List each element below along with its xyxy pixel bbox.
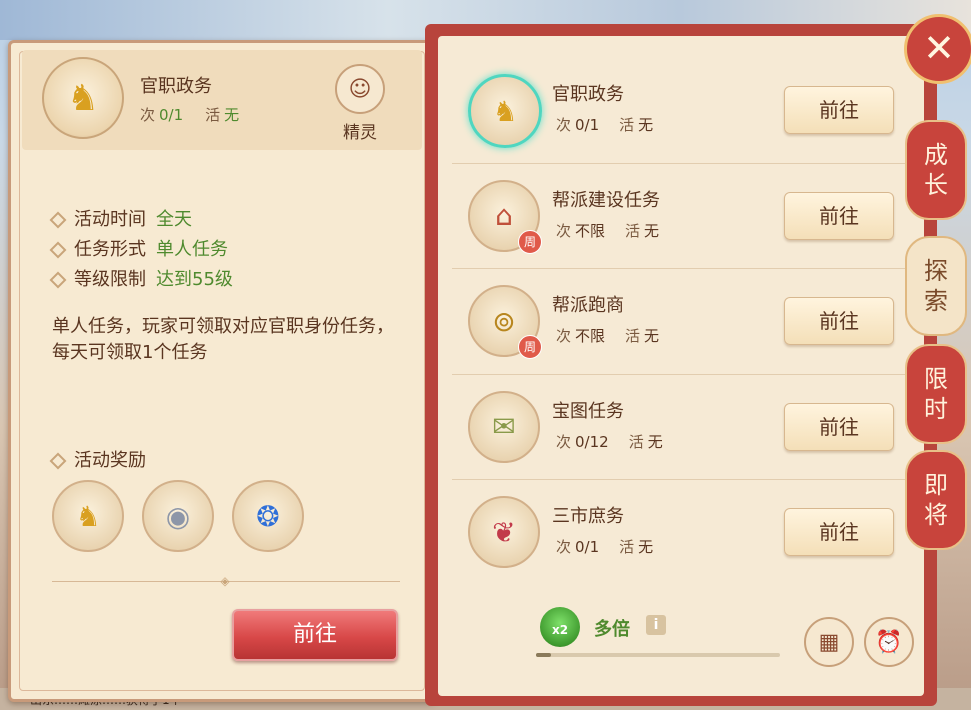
detail-meta: 次 0/1 活无 — [140, 104, 239, 125]
go-button[interactable]: 前往 — [784, 86, 894, 134]
info-value: 单人任务 — [156, 239, 228, 260]
spirit-button[interactable]: ☺ 精灵 — [332, 64, 388, 144]
info-row-form: 任务形式 单人任务 — [49, 235, 233, 265]
count-value: 不限 — [575, 221, 606, 240]
info-label: 任务形式 — [74, 239, 146, 260]
task-meta: 次 0/1 活无 — [556, 114, 653, 135]
pouch-icon: ❦ — [468, 496, 540, 568]
count-label: 次 — [556, 221, 572, 240]
task-row[interactable]: ⊚ 周 帮派跑商 次不限 活无 前往 — [452, 269, 922, 375]
info-icon[interactable]: i — [646, 615, 666, 635]
count-label: 次 — [556, 116, 572, 134]
detail-info: 活动时间 全天 任务形式 单人任务 等级限制 达到55级 — [49, 205, 233, 295]
multiplier-label: 多倍 — [594, 619, 630, 640]
multiplier-progress — [536, 653, 780, 657]
task-title: 宝图任务 — [552, 400, 624, 422]
alarm-clock-icon: ⏰ — [875, 629, 903, 655]
golden-beast-icon[interactable]: ♞ — [52, 480, 124, 552]
active-value: 无 — [224, 106, 240, 124]
weekly-badge: 周 — [518, 229, 542, 254]
info-value: 达到55级 — [156, 269, 233, 290]
task-title: 帮派跑商 — [552, 295, 624, 316]
golden-beast-icon: ♞ — [468, 74, 542, 148]
diamond-bullet-icon — [49, 241, 67, 259]
alarm-button[interactable]: ⏰ — [864, 617, 914, 667]
tab-upcoming[interactable]: 即将 — [905, 450, 967, 550]
detail-go-button[interactable]: 前往 — [232, 609, 398, 661]
detail-description: 单人任务，玩家可领取对应官职身份任务，每天可领取1个任务 — [52, 316, 394, 363]
active-value: 无 — [644, 221, 660, 240]
spirit-icon: ☺ — [335, 64, 385, 114]
close-button[interactable]: ✕ — [904, 14, 971, 84]
blue-token-icon[interactable]: ❂ — [232, 480, 304, 552]
go-button[interactable]: 前往 — [784, 297, 894, 345]
task-meta: 次不限 活无 — [556, 325, 659, 346]
double-exp-icon[interactable]: x2 — [540, 607, 580, 647]
info-label: 活动时间 — [74, 209, 146, 230]
info-value: 全天 — [156, 209, 192, 230]
count-label: 次 — [556, 432, 572, 451]
count-label: 次 — [556, 538, 572, 556]
info-row-level: 等级限制 达到55级 — [49, 265, 233, 295]
task-row[interactable]: ♞ 官职政务 次 0/1 活无 前往 — [452, 58, 922, 164]
count-value: 0/12 — [575, 432, 609, 451]
info-label: 等级限制 — [74, 269, 146, 290]
active-label: 活 — [205, 106, 221, 124]
active-label: 活 — [628, 432, 644, 451]
count-value: 0/1 — [159, 106, 184, 124]
detail-title: 官职政务 — [140, 76, 212, 97]
coin-icon: ⊚ 周 — [468, 285, 542, 359]
map-scroll-icon: ✉ — [468, 390, 540, 463]
tab-limited[interactable]: 限时 — [905, 344, 967, 444]
progress-fill — [536, 653, 551, 657]
reward-list: ♞ ◉ ❂ — [52, 480, 322, 552]
task-row[interactable]: ❦ 三市庶务 次 0/1 活无 前往 — [452, 480, 922, 585]
task-title: 三市庶务 — [552, 506, 624, 527]
go-button[interactable]: 前往 — [784, 402, 894, 451]
divider-ornament-icon: ◈ — [220, 574, 230, 588]
active-label: 活 — [625, 221, 641, 240]
active-label: 活 — [619, 538, 635, 556]
weekly-badge: 周 — [518, 335, 542, 359]
count-label: 次 — [556, 327, 572, 345]
count-label: 次 — [140, 106, 156, 124]
calendar-icon: ▦ — [818, 629, 840, 655]
bottom-bar: x2 多倍 i ▦ ⏰ — [438, 587, 924, 696]
spirit-label: 精灵 — [343, 123, 377, 143]
silver-coin-icon[interactable]: ◉ — [142, 480, 214, 552]
count-value: 0/1 — [575, 116, 600, 134]
tab-growth[interactable]: 成长 — [905, 120, 967, 220]
reward-title-text: 活动奖励 — [74, 450, 146, 471]
active-value: 无 — [638, 116, 654, 134]
calendar-button[interactable]: ▦ — [804, 617, 854, 667]
count-value: 0/1 — [575, 538, 600, 556]
active-value: 无 — [644, 327, 660, 345]
task-meta: 次不限活无 — [556, 220, 659, 241]
task-meta: 次 0/12 活无 — [556, 431, 663, 452]
active-label: 活 — [625, 327, 641, 345]
house-icon: ⌂ 周 — [468, 179, 542, 254]
active-value: 无 — [647, 432, 663, 451]
task-meta: 次 0/1 活无 — [556, 536, 653, 557]
golden-beast-icon: ♞ — [42, 57, 124, 139]
go-button[interactable]: 前往 — [784, 508, 894, 556]
active-label: 活 — [619, 116, 635, 134]
diamond-bullet-icon — [49, 452, 67, 470]
task-row[interactable]: ✉ 宝图任务 次 0/12 活无 前往 — [452, 375, 922, 480]
tab-explore[interactable]: 探索 — [905, 236, 967, 336]
diamond-bullet-icon — [49, 271, 67, 289]
task-row[interactable]: ⌂ 周 帮派建设任务 次不限活无 前往 — [452, 164, 922, 269]
task-list: ♞ 官职政务 次 0/1 活无 前往 ⌂ 周 帮派建设任务 次不限活无 前往 ⊚ 周 帮… — [452, 58, 922, 585]
go-button[interactable]: 前往 — [784, 191, 894, 240]
info-row-time: 活动时间 全天 — [49, 205, 233, 235]
count-value: 不限 — [575, 327, 606, 345]
task-title: 帮派建设任务 — [552, 189, 660, 211]
diamond-bullet-icon — [49, 211, 67, 229]
reward-title: 活动奖励 — [49, 446, 146, 472]
task-title: 官职政务 — [552, 84, 624, 105]
active-value: 无 — [638, 538, 654, 556]
